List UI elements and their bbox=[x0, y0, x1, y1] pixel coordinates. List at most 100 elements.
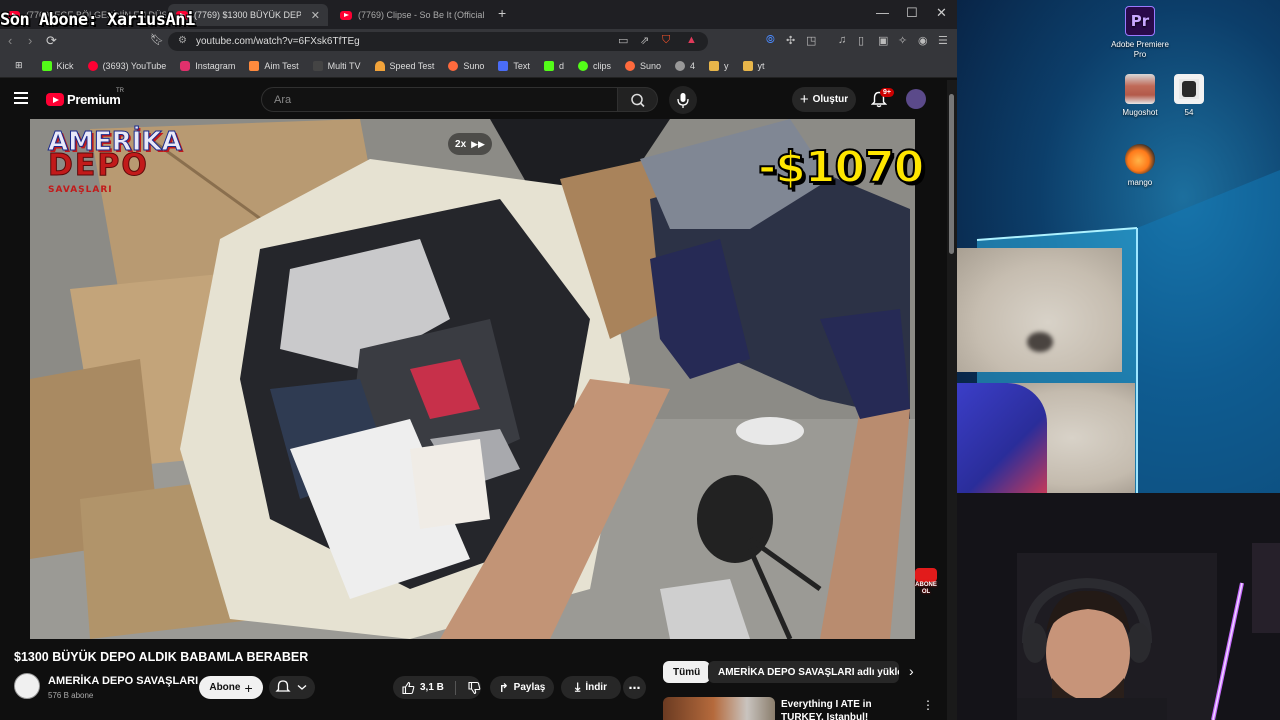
scrollbar-thumb[interactable] bbox=[949, 94, 954, 254]
wallet-icon[interactable]: ▣ bbox=[878, 34, 888, 47]
leo-icon[interactable]: ⦾ bbox=[766, 34, 775, 47]
new-tab-button[interactable]: + bbox=[498, 5, 506, 21]
bookmark-label: y bbox=[724, 60, 729, 71]
channel-avatar[interactable] bbox=[14, 673, 40, 699]
bookmark-kick[interactable]: Kick bbox=[35, 60, 81, 71]
download-button[interactable]: ⤓ İndir bbox=[561, 676, 621, 699]
cast-icon[interactable]: ▭ bbox=[618, 34, 628, 47]
bookmark-label: Instagram bbox=[195, 60, 236, 71]
bookmark-suno-2[interactable]: Suno bbox=[618, 60, 668, 71]
tab-label: (7769) Clipse - So Be It (Official Musi.… bbox=[358, 10, 484, 20]
recommended-video-title[interactable]: Everything I ATE in TURKEY, Istanbul! bbox=[781, 698, 916, 720]
globe-icon bbox=[675, 60, 685, 71]
menu-icon[interactable]: ☰ bbox=[938, 34, 948, 47]
bookmark-folder-y[interactable]: y bbox=[702, 60, 736, 71]
close-window-icon[interactable]: ✕ bbox=[936, 5, 947, 21]
cat-toy-image bbox=[957, 383, 1047, 493]
address-bar: ‹ › ⟳ 🔖︎ ⚙ youtube.com/watch?v=6FXsk6TfT… bbox=[0, 29, 957, 54]
multi-tv-icon bbox=[312, 60, 323, 71]
ai-icon[interactable]: ✧ bbox=[898, 34, 907, 47]
chip-all[interactable]: Tümü bbox=[663, 661, 711, 683]
search-input[interactable]: Ara bbox=[261, 87, 618, 112]
bookmark-folder-yt[interactable]: yt bbox=[736, 60, 772, 71]
region-code: TR bbox=[116, 88, 124, 94]
subscribe-watermark-label: ABONE OL bbox=[915, 582, 937, 595]
page-scrollbar[interactable] bbox=[947, 80, 957, 720]
bookmark-youtube[interactable]: (3693) YouTube bbox=[81, 60, 174, 71]
suno-icon bbox=[448, 60, 459, 71]
bookmark-multi-tv[interactable]: Multi TV bbox=[306, 60, 368, 71]
voice-search-button[interactable] bbox=[669, 86, 697, 114]
screenshot-icon[interactable]: ◳ bbox=[806, 34, 816, 47]
vpn-icon[interactable]: ◉ bbox=[918, 34, 928, 47]
bookmark-label: yt bbox=[757, 60, 765, 71]
desktop: Pr Adobe Premiere Pro Mugoshot 54 mango bbox=[957, 0, 1280, 493]
search-button[interactable] bbox=[618, 87, 658, 112]
account-avatar[interactable] bbox=[906, 89, 926, 109]
youtube-brand[interactable]: Premium bbox=[67, 92, 121, 107]
maximize-icon[interactable]: ☐ bbox=[906, 5, 918, 21]
subscribe-label: Abone bbox=[209, 682, 241, 693]
download-label: İndir bbox=[585, 682, 607, 693]
bookmark-suno[interactable]: Suno bbox=[441, 60, 491, 71]
download-icon: ⤓ bbox=[575, 680, 581, 694]
bookmark-instagram[interactable]: Instagram bbox=[173, 60, 242, 71]
channel-name[interactable]: AMERİKA DEPO SAVAŞLARI bbox=[48, 675, 198, 687]
thumbs-up-icon bbox=[402, 681, 415, 694]
like-divider bbox=[454, 680, 456, 695]
notification-preferences-button[interactable] bbox=[269, 676, 315, 699]
bookmark-d[interactable]: d bbox=[537, 60, 571, 71]
recommendation-menu-icon[interactable]: ⋮ bbox=[922, 698, 934, 712]
suno-icon bbox=[624, 60, 635, 71]
bookmark-icon[interactable]: 🔖︎ bbox=[150, 33, 164, 46]
youtube-logo-icon[interactable] bbox=[46, 93, 64, 106]
bookmark-speed-test[interactable]: Speed Test bbox=[368, 60, 442, 71]
sidebar-icon[interactable]: ▯ bbox=[858, 34, 864, 47]
close-tab-icon[interactable]: ✕ bbox=[311, 9, 320, 22]
bell-chevron-icon bbox=[275, 680, 307, 692]
play-logo-icon bbox=[915, 568, 937, 582]
recommended-video-thumbnail[interactable] bbox=[663, 697, 775, 720]
extensions-icon[interactable]: ✣ bbox=[786, 34, 795, 47]
bookmark-label: Suno bbox=[463, 60, 485, 71]
share-button[interactable]: ↱ Paylaş bbox=[490, 676, 554, 699]
subscribe-button[interactable]: Abone + bbox=[199, 676, 263, 699]
youtube-favicon-icon bbox=[340, 10, 352, 20]
share-icon[interactable]: ⇗ bbox=[640, 34, 649, 47]
subscribe-watermark[interactable]: ABONE OL bbox=[912, 568, 940, 598]
brave-shield-icon[interactable]: ⛉ bbox=[662, 34, 670, 47]
site-info-icon[interactable]: ⚙ bbox=[178, 35, 187, 46]
bookmark-4[interactable]: 4 bbox=[668, 60, 702, 71]
share-label: Paylaş bbox=[513, 682, 546, 693]
minimize-icon[interactable]: — bbox=[876, 5, 889, 20]
chips-next-icon[interactable]: › bbox=[909, 663, 914, 679]
like-button[interactable]: 3,1 B bbox=[401, 681, 444, 695]
notification-badge: 9+ bbox=[880, 88, 894, 97]
tab-clipse[interactable]: (7769) Clipse - So Be It (Official Musi.… bbox=[332, 4, 492, 26]
guide-menu-icon[interactable] bbox=[14, 92, 28, 104]
bookmark-label: (3693) YouTube bbox=[102, 60, 167, 71]
plus-icon: + bbox=[244, 679, 253, 696]
reload-icon[interactable]: ⟳ bbox=[46, 33, 57, 49]
bookmark-text[interactable]: Text bbox=[491, 60, 537, 71]
thumbs-down-icon[interactable] bbox=[467, 681, 481, 695]
kick-icon bbox=[543, 60, 554, 71]
back-icon[interactable]: ‹ bbox=[8, 33, 12, 48]
more-actions-button[interactable]: ⋯ bbox=[623, 676, 646, 699]
microphone-icon bbox=[677, 93, 689, 108]
apps-grid-icon[interactable]: ⊞ bbox=[8, 60, 35, 71]
bookmark-aim-test[interactable]: Aim Test bbox=[242, 60, 305, 71]
chip-uploader[interactable]: AMERİKA DEPO SAVAŞLARI adlı yükleyicid bbox=[708, 661, 899, 683]
brave-rewards-icon[interactable]: ▲ bbox=[686, 34, 697, 46]
text-icon bbox=[498, 60, 509, 71]
media-icon[interactable]: ♫ bbox=[838, 34, 846, 46]
search-placeholder: Ara bbox=[274, 94, 292, 106]
streamer-webcam bbox=[957, 493, 1280, 720]
instagram-icon bbox=[180, 60, 191, 71]
forward-icon[interactable]: › bbox=[28, 33, 32, 48]
chip-label: Tümü bbox=[673, 666, 701, 678]
create-button[interactable]: + Oluştur bbox=[792, 87, 856, 112]
price-overlay: -$1070 bbox=[757, 141, 925, 194]
bookmark-clips[interactable]: clips bbox=[571, 60, 618, 71]
more-horizontal-icon: ⋯ bbox=[628, 680, 641, 695]
